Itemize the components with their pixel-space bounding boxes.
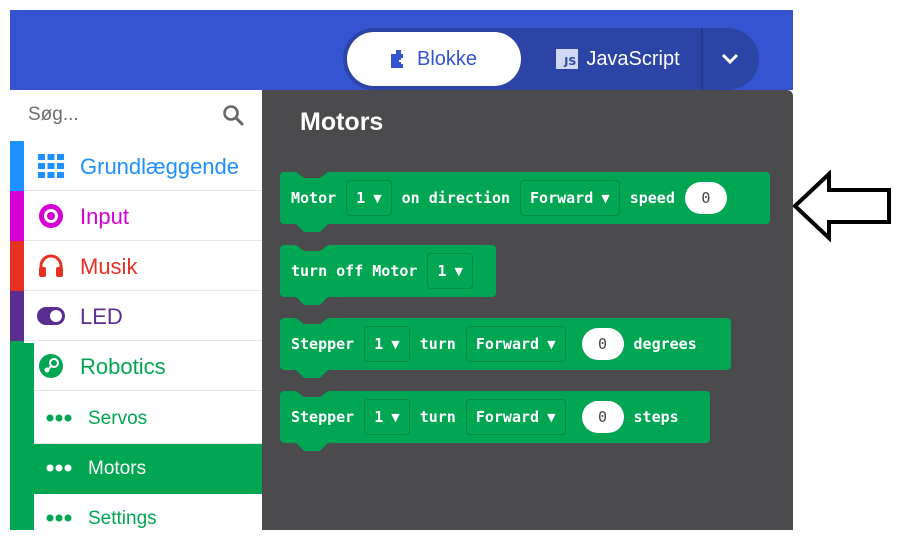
dropdown-value: Forward — [530, 189, 594, 207]
category-color-bar — [10, 141, 24, 191]
dropdown-value: 1 — [374, 335, 384, 353]
block-notch — [296, 391, 328, 397]
dropdown-value: 1 — [374, 408, 384, 426]
subcategory-label: Servos — [88, 408, 148, 429]
steps-input[interactable]: 0 — [581, 401, 624, 433]
category-grundlaeggende[interactable]: Grundlæggende — [10, 141, 262, 191]
js-icon: JS — [556, 49, 579, 69]
blocks-flyout: Motors Motor 1 ▼ on direction Forward ▼ sp… — [262, 90, 793, 530]
stepper-steps-block[interactable]: Stepper 1 ▼ turn Forward ▼ 0 steps — [280, 391, 710, 451]
dropdown-arrow-icon: ▼ — [391, 337, 400, 351]
category-color-bar — [10, 291, 24, 341]
category-musik[interactable]: Musik — [10, 241, 262, 291]
stepper-dropdown[interactable]: 1 ▼ — [364, 326, 410, 362]
dropdown-value: 1 — [437, 262, 447, 280]
dropdown-value: Forward — [475, 335, 540, 353]
dots-icon — [46, 464, 72, 472]
direction-dropdown[interactable]: Forward ▼ — [465, 326, 566, 362]
degrees-input[interactable]: 0 — [581, 328, 624, 360]
block-tab — [296, 224, 328, 232]
dropdown-arrow-icon: ▼ — [547, 337, 556, 351]
javascript-label: JavaScript — [586, 47, 680, 70]
speed-input[interactable]: 0 — [684, 182, 727, 214]
toolbox-sidebar: Grundlæggende Input Musik — [10, 90, 262, 544]
category-color-bar — [10, 241, 24, 291]
dropdown-value: 1 — [356, 189, 366, 207]
dropdown-arrow-icon: ▼ — [373, 191, 382, 205]
direction-dropdown[interactable]: Forward ▼ — [465, 399, 566, 435]
category-label: Musik — [80, 254, 138, 279]
turn-off-motor-block[interactable]: turn off Motor 1 ▼ — [280, 245, 496, 305]
category-robotics[interactable]: Robotics — [10, 341, 262, 391]
blocks-button[interactable]: Blokke — [347, 32, 521, 86]
editor-toggle: Blokke JS JavaScript — [343, 28, 759, 90]
dots-icon — [46, 514, 72, 522]
dropdown-arrow-icon: ▼ — [391, 410, 400, 424]
dropdown-value: Forward — [475, 408, 540, 426]
dropdown-arrow-icon: ▼ — [601, 191, 610, 205]
subcategory-settings[interactable]: Settings — [34, 494, 262, 544]
stepper-dropdown[interactable]: 1 ▼ — [364, 399, 410, 435]
category-label: Robotics — [80, 354, 166, 379]
puzzle-icon — [390, 50, 403, 68]
category-label: Input — [80, 204, 129, 229]
annotation-arrow-icon — [793, 170, 891, 242]
subcategory-servos[interactable]: Servos — [34, 394, 262, 444]
dropdown-arrow-icon: ▼ — [454, 264, 463, 278]
block-tab — [296, 297, 328, 305]
dropdown-arrow-icon: ▼ — [547, 410, 556, 424]
grid-icon — [37, 153, 65, 179]
block-text: steps — [633, 408, 679, 426]
dots-icon — [46, 414, 72, 422]
search-box — [10, 90, 262, 142]
subcategory-motors[interactable]: Motors — [34, 444, 262, 494]
flyout-title: Motors — [300, 108, 384, 136]
javascript-button[interactable]: JS JavaScript — [533, 32, 703, 86]
subcategory-label: Motors — [88, 458, 147, 479]
direction-dropdown[interactable]: Forward ▼ — [520, 180, 620, 216]
block-text: Stepper — [291, 335, 355, 353]
subcategory-label: Settings — [88, 508, 157, 529]
block-notch — [296, 318, 328, 324]
toggle-icon — [37, 303, 65, 329]
block-text: turn — [419, 408, 456, 426]
category-label: LED — [80, 304, 123, 329]
search-icon[interactable] — [222, 104, 244, 126]
motor-dropdown[interactable]: 1 ▼ — [346, 180, 392, 216]
robotics-subcategory-bar — [10, 343, 34, 530]
stepper-degrees-block[interactable]: Stepper 1 ▼ turn Forward ▼ 0 degrees — [280, 318, 731, 378]
category-color-bar — [10, 191, 24, 241]
category-input[interactable]: Input — [10, 191, 262, 241]
chevron-down-icon — [721, 53, 739, 65]
headphones-icon — [37, 253, 65, 279]
steam-icon — [37, 353, 65, 379]
block-notch — [296, 245, 328, 251]
blocks-label: Blokke — [416, 47, 478, 70]
block-text: Motor — [291, 189, 337, 207]
target-icon — [37, 203, 65, 229]
block-text: on direction — [401, 189, 511, 207]
block-text: degrees — [633, 335, 697, 353]
block-tab — [296, 443, 328, 451]
category-label: Grundlæggende — [80, 154, 240, 179]
block-notch — [296, 172, 328, 178]
category-led[interactable]: LED — [10, 291, 262, 341]
language-dropdown-button[interactable] — [705, 32, 755, 86]
block-text: turn off Motor — [291, 262, 418, 280]
block-text: speed — [629, 189, 675, 207]
search-input[interactable] — [28, 100, 218, 130]
block-text: turn — [419, 335, 456, 353]
block-tab — [296, 370, 328, 378]
motor-dropdown[interactable]: 1 ▼ — [427, 253, 473, 289]
top-bar: Blokke JS JavaScript — [10, 10, 793, 90]
block-text: Stepper — [291, 408, 355, 426]
motor-direction-speed-block[interactable]: Motor 1 ▼ on direction Forward ▼ speed 0 — [280, 172, 770, 232]
toggle-divider — [701, 28, 703, 90]
